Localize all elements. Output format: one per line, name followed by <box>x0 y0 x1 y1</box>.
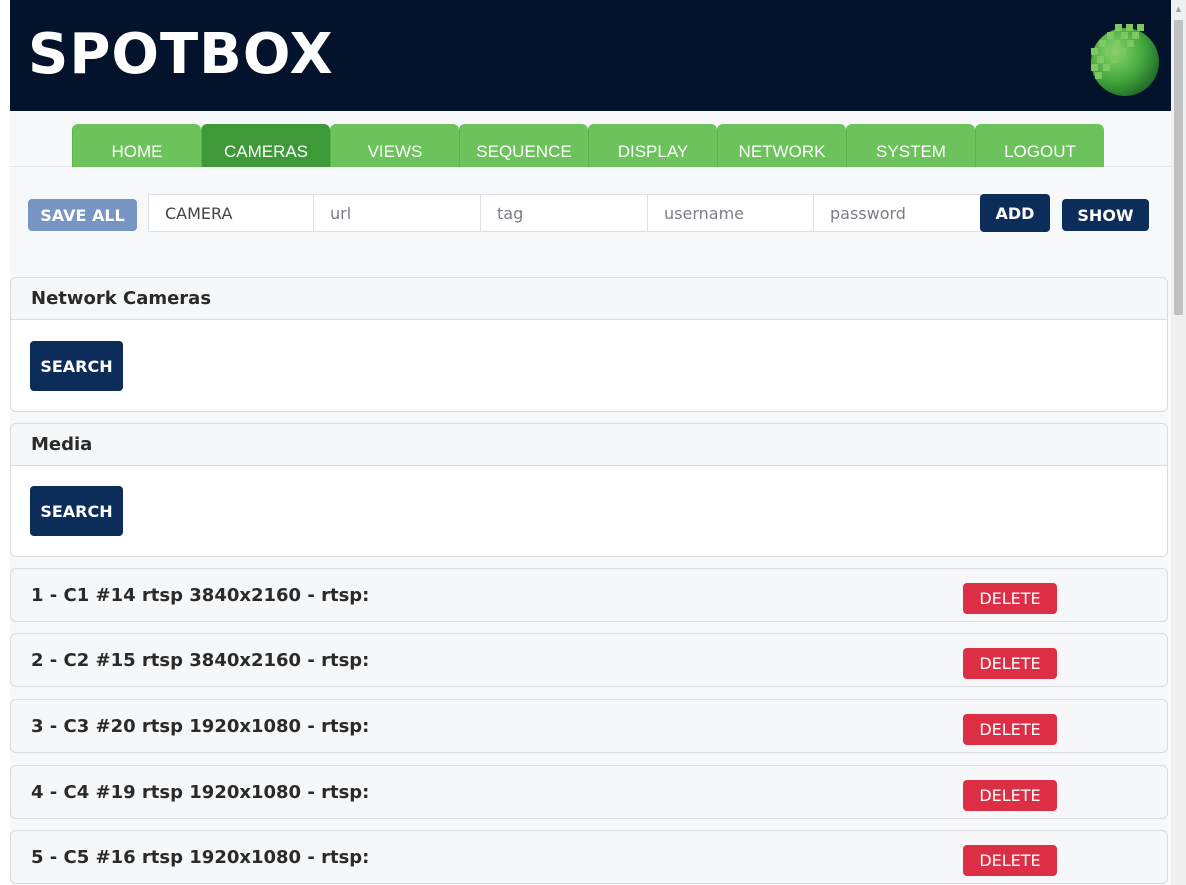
media-title: Media <box>11 424 1167 466</box>
camera-row-label: 1 - C1 #14 rtsp 3840x2160 - rtsp: <box>31 584 370 606</box>
delete-camera-button[interactable]: DELETE <box>963 583 1057 614</box>
page: SPOTBOX HOME CAMERAS VIEWS SEQUENCE DISP… <box>10 0 1171 885</box>
network-cameras-panel: Network Cameras SEARCH <box>10 277 1168 412</box>
delete-camera-button[interactable]: DELETE <box>963 714 1057 745</box>
password-input[interactable]: password <box>813 194 981 232</box>
camera-row[interactable]: 5 - C5 #16 rtsp 1920x1080 - rtsp: DELETE <box>10 830 1168 884</box>
url-input[interactable]: url <box>313 194 481 232</box>
vertical-scrollbar[interactable]: ▲ <box>1171 0 1186 885</box>
camera-row[interactable]: 1 - C1 #14 rtsp 3840x2160 - rtsp: DELETE <box>10 568 1168 622</box>
tab-logout[interactable]: LOGOUT <box>975 124 1104 167</box>
tag-input[interactable]: tag <box>480 194 648 232</box>
tab-views[interactable]: VIEWS <box>330 124 459 167</box>
delete-camera-button[interactable]: DELETE <box>963 845 1057 876</box>
nav-tabs: HOME CAMERAS VIEWS SEQUENCE DISPLAY NETW… <box>72 124 1104 167</box>
show-button[interactable]: SHOW <box>1062 199 1149 231</box>
tab-display[interactable]: DISPLAY <box>588 124 717 167</box>
tab-sequence[interactable]: SEQUENCE <box>459 124 588 167</box>
tab-system[interactable]: SYSTEM <box>846 124 975 167</box>
username-input[interactable]: username <box>647 194 814 232</box>
camera-row-label: 3 - C3 #20 rtsp 1920x1080 - rtsp: <box>31 715 370 737</box>
camera-row-label: 4 - C4 #19 rtsp 1920x1080 - rtsp: <box>31 781 370 803</box>
media-search-button[interactable]: SEARCH <box>30 486 123 536</box>
camera-row-label: 2 - C2 #15 rtsp 3840x2160 - rtsp: <box>31 649 370 671</box>
save-all-button[interactable]: SAVE ALL <box>28 199 137 231</box>
tab-network[interactable]: NETWORK <box>717 124 846 167</box>
network-cameras-title: Network Cameras <box>11 278 1167 320</box>
delete-camera-button[interactable]: DELETE <box>963 648 1057 679</box>
spotbox-logo-icon <box>1091 24 1159 96</box>
delete-camera-button[interactable]: DELETE <box>963 780 1057 811</box>
tab-cameras[interactable]: CAMERAS <box>201 124 330 167</box>
camera-row[interactable]: 2 - C2 #15 rtsp 3840x2160 - rtsp: DELETE <box>10 633 1168 687</box>
camera-row-label: 5 - C5 #16 rtsp 1920x1080 - rtsp: <box>31 846 370 868</box>
camera-row[interactable]: 3 - C3 #20 rtsp 1920x1080 - rtsp: DELETE <box>10 699 1168 753</box>
add-button[interactable]: ADD <box>980 194 1050 232</box>
camera-row[interactable]: 4 - C4 #19 rtsp 1920x1080 - rtsp: DELETE <box>10 765 1168 819</box>
header: SPOTBOX <box>10 0 1171 111</box>
media-panel: Media SEARCH <box>10 423 1168 557</box>
camera-name-input[interactable]: CAMERA <box>148 194 314 232</box>
tab-home[interactable]: HOME <box>72 124 201 167</box>
scroll-thumb[interactable] <box>1174 20 1183 315</box>
network-cameras-search-button[interactable]: SEARCH <box>30 341 123 391</box>
camera-add-toolbar: SAVE ALL CAMERA url tag username passwor… <box>10 168 1171 256</box>
brand-logo-text: SPOTBOX <box>28 22 334 87</box>
scroll-up-arrow-icon[interactable]: ▲ <box>1171 0 1186 17</box>
main-nav: HOME CAMERAS VIEWS SEQUENCE DISPLAY NETW… <box>10 111 1171 167</box>
